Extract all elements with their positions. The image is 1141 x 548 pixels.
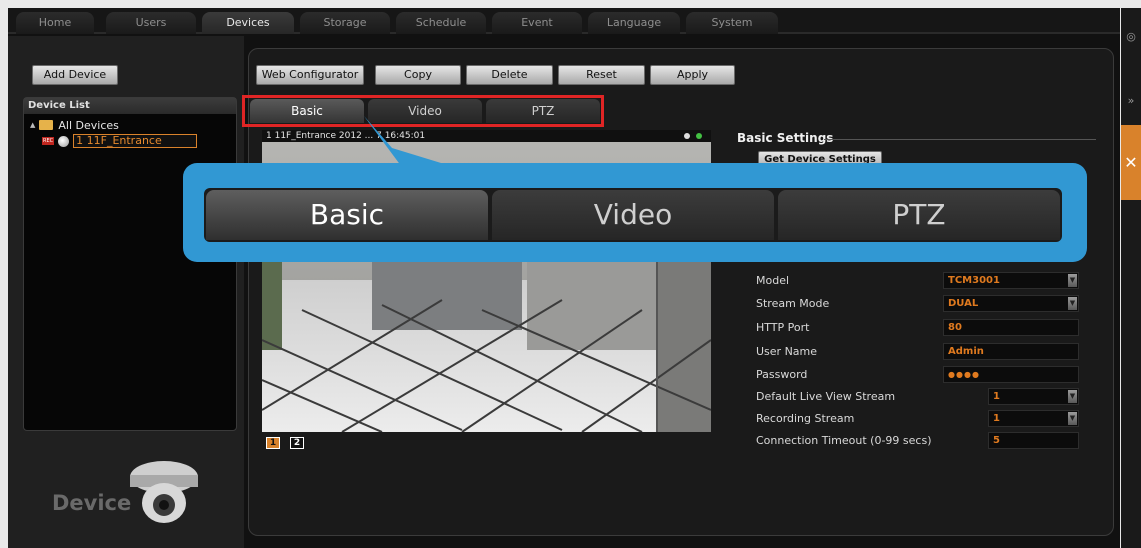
device-list-title: Device List bbox=[24, 98, 236, 114]
http-port-input[interactable]: 80 bbox=[943, 319, 1079, 336]
device-item[interactable]: REC 1 11F_Entrance bbox=[42, 134, 198, 148]
tab-schedule[interactable]: Schedule bbox=[396, 12, 486, 34]
stream-mode-label: Stream Mode bbox=[756, 297, 830, 310]
camera-graphic bbox=[124, 455, 204, 529]
device-footer-label: Device bbox=[52, 491, 132, 515]
connection-timeout-input[interactable]: 5 bbox=[988, 432, 1079, 449]
tab-system[interactable]: System bbox=[686, 12, 778, 34]
callout-tab-basic: Basic bbox=[206, 190, 488, 240]
reset-button[interactable]: Reset bbox=[558, 65, 645, 85]
device-list: Device List ▲ All Devices REC 1 11F_Entr… bbox=[23, 97, 237, 431]
expand-triangle-icon[interactable]: ▲ bbox=[30, 121, 35, 129]
tab-home[interactable]: Home bbox=[16, 12, 94, 34]
status-dot-icon bbox=[684, 133, 690, 139]
dropdown-arrow-icon[interactable]: ▼ bbox=[1068, 297, 1077, 310]
tab-language[interactable]: Language bbox=[588, 12, 680, 34]
copy-button[interactable]: Copy bbox=[375, 65, 461, 85]
eye-icon[interactable]: ◎ bbox=[1121, 30, 1141, 43]
right-sidebar: ◎ » bbox=[1121, 8, 1141, 548]
section-divider bbox=[824, 139, 1096, 140]
password-input[interactable]: ●●●● bbox=[943, 366, 1079, 383]
http-port-label: HTTP Port bbox=[756, 321, 810, 334]
apply-button[interactable]: Apply bbox=[650, 65, 735, 85]
dropdown-arrow-icon[interactable]: ▼ bbox=[1068, 274, 1077, 287]
web-configurator-button[interactable]: Web Configurator bbox=[256, 65, 364, 85]
connection-timeout-label: Connection Timeout (0-99 secs) bbox=[756, 434, 932, 447]
delete-button[interactable]: Delete bbox=[466, 65, 553, 85]
camera-icon bbox=[58, 135, 70, 147]
device-item-label: 1 11F_Entrance bbox=[73, 134, 198, 148]
model-label: Model bbox=[756, 274, 790, 287]
rec-badge: REC bbox=[42, 137, 55, 145]
settings-section-title: Basic Settings bbox=[737, 131, 834, 145]
password-label: Password bbox=[756, 368, 808, 381]
tools-icon[interactable]: ✕ bbox=[1121, 125, 1141, 200]
page-1-button[interactable]: 1 bbox=[266, 437, 280, 449]
stream-mode-value: DUAL bbox=[948, 298, 979, 309]
model-value: TCM3001 bbox=[948, 275, 1000, 286]
app-window: Home Users Devices Storage Schedule Even… bbox=[0, 0, 1141, 548]
model-select[interactable]: TCM3001 ▼ bbox=[943, 272, 1079, 289]
tree-root-label: All Devices bbox=[58, 118, 119, 132]
tab-storage[interactable]: Storage bbox=[300, 12, 390, 34]
add-device-button[interactable]: Add Device bbox=[32, 65, 118, 85]
live-view-stream-select[interactable]: 1 ▼ bbox=[988, 388, 1079, 405]
expand-icon[interactable]: » bbox=[1121, 94, 1141, 107]
top-nav: Home Users Devices Storage Schedule Even… bbox=[8, 8, 1120, 34]
user-name-input[interactable]: Admin bbox=[943, 343, 1079, 360]
recording-stream-value: 1 bbox=[993, 413, 1000, 424]
callout-tab-video: Video bbox=[492, 190, 774, 240]
callout-tab-ptz: PTZ bbox=[778, 190, 1060, 240]
folder-icon bbox=[39, 120, 54, 130]
tree-root[interactable]: ▲ All Devices bbox=[30, 118, 119, 132]
tab-users[interactable]: Users bbox=[106, 12, 196, 34]
online-dot-icon bbox=[696, 133, 702, 139]
dropdown-arrow-icon[interactable]: ▼ bbox=[1068, 390, 1077, 403]
recording-stream-label: Recording Stream bbox=[756, 412, 855, 425]
tab-devices[interactable]: Devices bbox=[202, 12, 294, 34]
user-name-label: User Name bbox=[756, 345, 818, 358]
live-view-stream-label: Default Live View Stream bbox=[756, 390, 896, 403]
page-2-button[interactable]: 2 bbox=[290, 437, 304, 449]
live-view-stream-value: 1 bbox=[993, 391, 1000, 402]
stream-mode-select[interactable]: DUAL ▼ bbox=[943, 295, 1079, 312]
dropdown-arrow-icon[interactable]: ▼ bbox=[1068, 412, 1077, 425]
recording-stream-select[interactable]: 1 ▼ bbox=[988, 410, 1079, 427]
tab-event[interactable]: Event bbox=[492, 12, 582, 34]
